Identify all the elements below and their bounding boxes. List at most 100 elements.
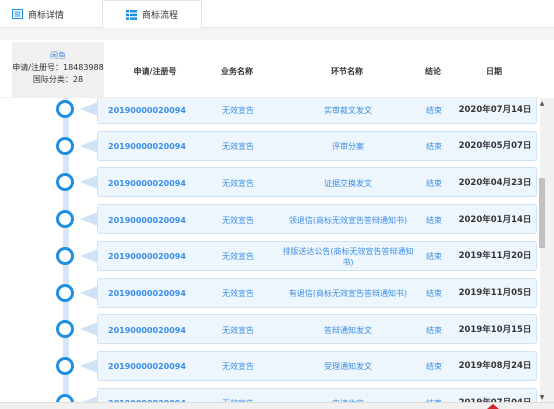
scrollbar-thumb[interactable] xyxy=(539,178,545,248)
row-card: 20190000020094 无效宣告 排版送达公告(商标无效宣告答辩通知书) 结束 2… xyxy=(97,240,537,271)
table-row: 20190000020094无效宣告申请收文结束2019年07月04日 xyxy=(0,387,540,402)
cell-business: 无效宣告 xyxy=(222,105,254,115)
table-row: 20190000020094 无效宣告 领退信(商标无效宣告答辩通知书) 结束 2020… xyxy=(0,204,540,235)
cell-result: 结束 xyxy=(426,289,442,298)
list-detail-icon xyxy=(12,9,23,19)
cell-date: 2019年10月15日 xyxy=(458,324,532,335)
cell-step: 答辩通知发文 xyxy=(324,325,372,335)
table-row: 20190000020094 无效宣告 排版送达公告(商标无效宣告答辩通知书) 结束 2… xyxy=(0,240,540,271)
cell-date: 2019年11月05日 xyxy=(458,288,532,298)
cell-business: 无效宣告 xyxy=(222,142,254,152)
timeline-node-icon xyxy=(56,320,74,339)
cell-date: 2019年07月04日 xyxy=(452,389,538,402)
cell-business: 无效宣告 xyxy=(222,289,254,298)
row-card: 20190000020094 无效宣告 实审裁文发文 结束 2020年07月14日 xyxy=(97,98,537,124)
horizontal-scrollbar[interactable] xyxy=(0,402,554,409)
cell-result: 结束 xyxy=(426,252,442,262)
cell-business: 无效宣告 xyxy=(222,215,254,225)
pointer-arrow-icon xyxy=(80,138,98,153)
timeline-node-icon xyxy=(56,136,74,155)
cell-date: 2020年07月14日 xyxy=(458,104,532,115)
cell-date: 2020年05月07日 xyxy=(458,141,532,152)
column-header-reg: 申请/注册号 xyxy=(133,67,177,76)
row-card: 20190000020094 无效宣告 有退信(商标无效宣告答辩通知书) 结束 2019… xyxy=(97,277,537,308)
cell-business: 无效宣告 xyxy=(203,389,273,402)
column-header-step: 环节名称 xyxy=(331,67,363,76)
cell-reg-number: 20190000020094 xyxy=(108,325,186,335)
cell-result: 结束 xyxy=(426,142,442,152)
toolbar-spacer xyxy=(0,28,554,40)
row-card: 20190000020094 无效宣告 领退信(商标无效宣告答辩通知书) 结束 2020… xyxy=(97,204,537,235)
cell-step: 排版送达公告(商标无效宣告答辩通知书) xyxy=(282,246,414,267)
timeline-node-icon xyxy=(56,173,74,192)
cell-reg-number: 20190000020094 xyxy=(98,389,203,402)
table-row: 20190000020094 无效宣告 实审裁文发文 结束 2020年07月14日 xyxy=(0,98,540,124)
pointer-arrow-icon xyxy=(80,212,98,227)
tab-bar: 商标详情 商标流程 xyxy=(0,0,554,29)
table-row: 20190000020094 无效宣告 评审分案 结束 2020年05月07日 xyxy=(0,130,540,161)
pointer-arrow-icon xyxy=(80,248,98,263)
red-marker-icon xyxy=(487,404,499,409)
tab-trademark-detail[interactable]: 商标详情 xyxy=(12,0,64,28)
trademark-info-card: 闲鱼 申请/注册号：18483988 国际分类：28 xyxy=(12,42,104,98)
cell-result: 结束 xyxy=(426,105,442,115)
column-header-result: 结论 xyxy=(425,67,441,76)
timeline-list: 20190000020094 无效宣告 实审裁文发文 结束 2020年07月14日 201… xyxy=(0,98,540,402)
pointer-arrow-icon xyxy=(80,175,98,190)
registration-number: 申请/注册号：18483988 xyxy=(12,63,104,72)
cell-reg-number: 20190000020094 xyxy=(108,362,186,372)
tab-trademark-flow[interactable]: 商标流程 xyxy=(102,0,202,29)
cell-business: 无效宣告 xyxy=(222,252,254,262)
pointer-arrow-icon xyxy=(80,358,98,373)
cell-result: 结束 xyxy=(416,389,452,402)
scrollbar-track[interactable] xyxy=(540,98,554,402)
row-card: 20190000020094 无效宣告 评审分案 结束 2020年05月07日 xyxy=(97,130,537,161)
table-row: 20190000020094 无效宣告 有退信(商标无效宣告答辩通知书) 结束 2019… xyxy=(0,277,540,308)
column-header-biz: 业务名称 xyxy=(221,67,253,76)
cell-reg-number: 20190000020094 xyxy=(108,252,186,262)
cell-reg-number: 20190000020094 xyxy=(108,215,186,225)
table-row: 20190000020094 无效宣告 证据交换发文 结束 2020年04月23日 xyxy=(0,167,540,198)
cell-date: 2020年01月14日 xyxy=(458,214,532,225)
table-row: 20190000020094 无效宣告 受理通知发文 结束 2019年08月24日 xyxy=(0,350,540,381)
row-card: 20190000020094 无效宣告 答辩通知发文 结束 2019年10月15日 xyxy=(97,314,537,345)
timeline-node-icon xyxy=(56,393,74,402)
pointer-arrow-icon xyxy=(80,285,98,300)
cell-result: 结束 xyxy=(426,362,442,372)
tab-label: 商标详情 xyxy=(28,10,65,21)
cell-date: 2019年08月24日 xyxy=(458,361,532,372)
trademark-name: 闲鱼 xyxy=(50,51,66,60)
cell-business: 无效宣告 xyxy=(222,325,254,335)
scroll-down-icon[interactable]: ▼ xyxy=(539,394,545,401)
cell-result: 结束 xyxy=(426,215,442,225)
table-row: 20190000020094 无效宣告 答辩通知发文 结束 2019年10月15日 xyxy=(0,314,540,345)
row-card: 20190000020094 无效宣告 证据交换发文 结束 2020年04月23日 xyxy=(97,167,537,198)
cell-step: 实审裁文发文 xyxy=(324,105,372,115)
cell-business: 无效宣告 xyxy=(222,362,254,372)
row-card: 20190000020094 无效宣告 受理通知发文 结束 2019年08月24日 xyxy=(97,350,537,381)
cell-business: 无效宣告 xyxy=(222,178,254,188)
timeline-node-icon xyxy=(56,246,74,265)
cell-reg-number: 20190000020094 xyxy=(108,178,186,188)
cell-step: 证据交换发文 xyxy=(324,178,372,188)
timeline-node-icon xyxy=(56,100,74,118)
pointer-arrow-icon xyxy=(80,322,98,337)
timeline-node-icon xyxy=(56,210,74,229)
cell-step: 受理通知发文 xyxy=(324,362,372,372)
cell-reg-number: 20190000020094 xyxy=(108,289,186,298)
cell-result: 结束 xyxy=(426,178,442,188)
row-card: 20190000020094无效宣告申请收文结束2019年07月04日 xyxy=(97,387,538,402)
cell-result: 结束 xyxy=(426,325,442,335)
tab-label: 商标流程 xyxy=(141,11,178,21)
cell-step: 申请收文 xyxy=(278,389,418,402)
cell-date: 2020年04月23日 xyxy=(458,177,532,188)
timeline-node-icon xyxy=(56,283,74,302)
scroll-up-icon[interactable]: ▲ xyxy=(539,100,545,107)
timeline-node-icon xyxy=(56,356,74,375)
list-flow-icon xyxy=(125,9,137,20)
cell-step: 领退信(商标无效宣告答辩通知书) xyxy=(288,215,408,225)
cell-step: 评审分案 xyxy=(332,142,364,152)
cell-reg-number: 20190000020094 xyxy=(108,105,186,115)
cell-step: 有退信(商标无效宣告答辩通知书) xyxy=(288,289,408,298)
cell-reg-number: 20190000020094 xyxy=(108,142,186,152)
